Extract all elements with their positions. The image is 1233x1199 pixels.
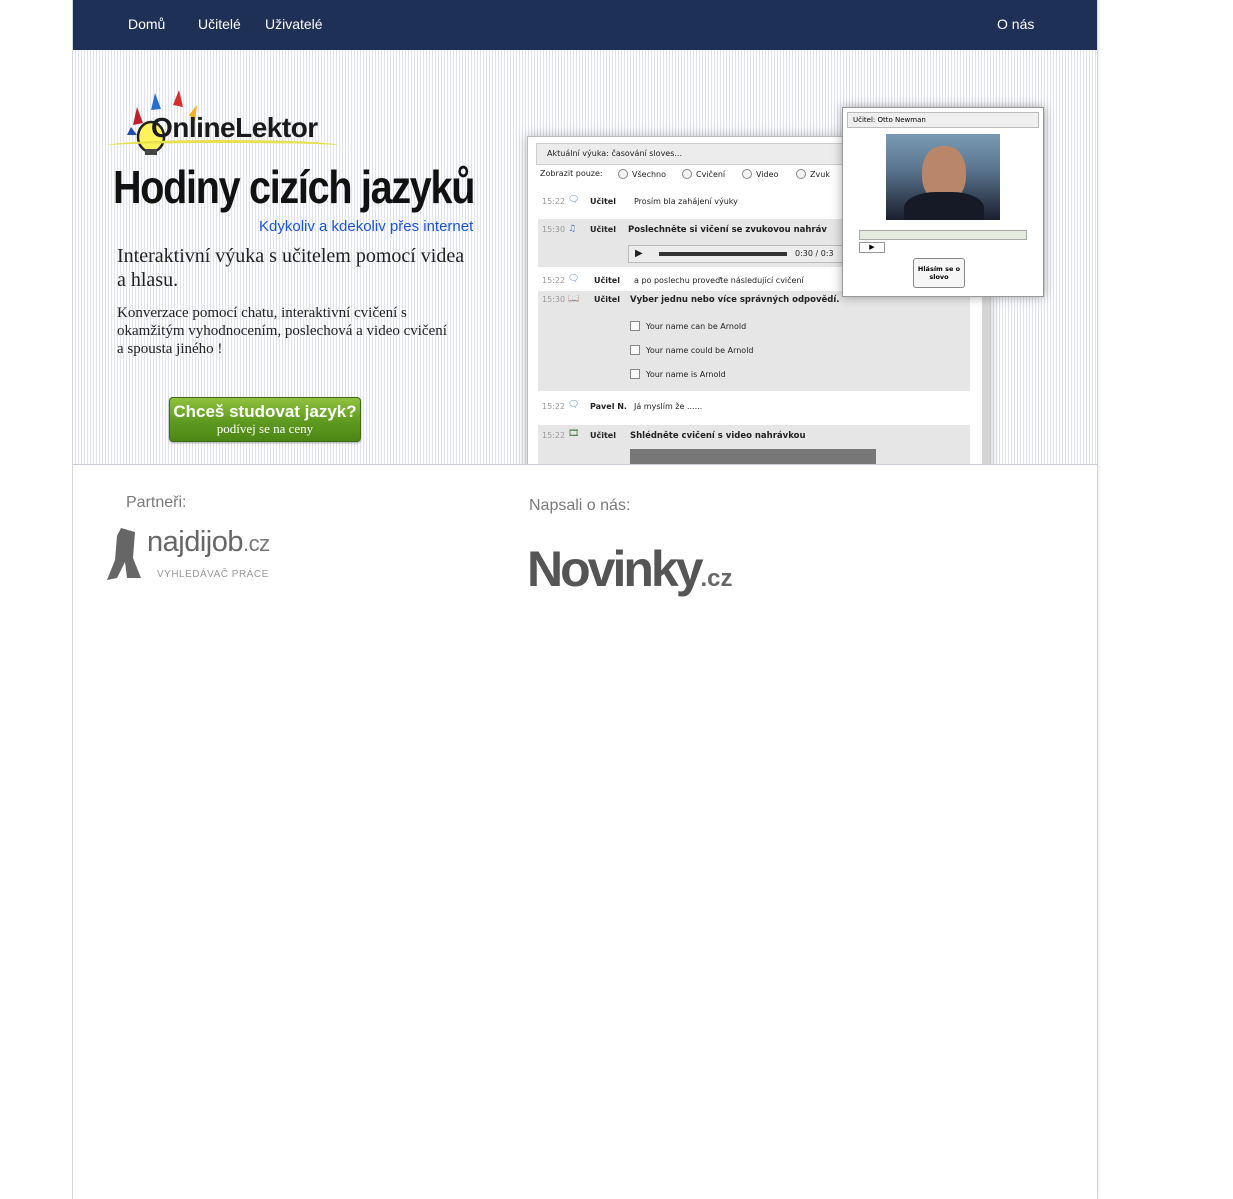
play-icon: ▶: [859, 242, 885, 253]
top-navigation: Domů Učitelé Uživatelé O nás: [73, 0, 1097, 50]
teacher-video-popup: Učitel: Otto Newman ▶ Hlásím se o slovo: [842, 107, 1044, 297]
cta-subtitle: podívej se na ceny: [216, 421, 314, 436]
radio-icon: [742, 169, 752, 179]
nav-about-link[interactable]: O nás: [997, 16, 1034, 32]
answer-option: Your name can be Arnold: [630, 321, 746, 331]
hero-subheadline: Kdykoliv a kdekoliv přes internet: [259, 218, 474, 235]
radio-icon: [796, 169, 806, 179]
checkbox-icon: [630, 321, 640, 331]
chat-bubble-icon: 🗨: [568, 274, 580, 284]
raise-hand-button: Hlásím se o slovo: [913, 258, 965, 288]
radio-icon: [618, 169, 628, 179]
nav-home-link[interactable]: Domů: [128, 16, 165, 32]
video-progress: [859, 230, 1027, 240]
book-icon: 📖: [568, 294, 580, 304]
teacher-video: [886, 134, 1000, 220]
nav-users-link[interactable]: Uživatelé: [265, 16, 323, 32]
pricing-cta-button[interactable]: Chceš studovat jazyk? podívej se na ceny: [169, 397, 361, 442]
nav-teachers-link[interactable]: Učitelé: [198, 16, 241, 32]
partner-tagline: VYHLEDÁVAČ PRÁCE: [157, 569, 269, 580]
audio-player: ▶ 0:30 / 0:3: [628, 245, 850, 263]
answer-option: Your name could be Arnold: [630, 345, 754, 355]
filter-all: Všechno: [618, 169, 666, 179]
film-icon: 🎞: [568, 429, 580, 439]
partner-name: najdijob.cz: [147, 526, 270, 558]
partners-heading: Partneři:: [126, 494, 187, 511]
exercise-row: 15:30 📖 Učitel Vyber jednu nebo více spr…: [538, 291, 970, 391]
audio-icon: ♫: [568, 224, 577, 234]
filter-audio: Zvuk: [796, 169, 830, 179]
press-name: Novinky: [527, 541, 704, 597]
checkbox-icon: [630, 369, 640, 379]
filter-label: Zobrazit pouze:: [540, 169, 603, 178]
video-row: 15:22 🎞 Učitel Shlédněte cvičení s video…: [538, 425, 970, 464]
job-seeker-figure-icon: [107, 528, 141, 580]
chat-bubble-icon: 🗨: [568, 400, 580, 410]
radio-icon: [682, 169, 692, 179]
press-heading: Napsali o nás:: [529, 497, 631, 514]
novinky-logo[interactable]: Novinky.cz: [527, 540, 733, 598]
hero-description: Konverzace pomocí chatu, interaktivní cv…: [117, 305, 447, 357]
play-icon: ▶: [635, 248, 643, 259]
hero-intro: Interaktivní výuka s učitelem pomocí vid…: [117, 245, 465, 291]
press-tld: .cz: [700, 565, 733, 592]
chat-row: 15:22 🗨 Pavel N. Já myslím že ......: [542, 400, 703, 411]
page-container: Domů Učitelé Uživatelé O nás OnlineLekto…: [72, 0, 1098, 1199]
hero-banner: OnlineLektor Hodiny cizích jazyků Kdykol…: [73, 50, 1097, 465]
chat-bubble-icon: 🗨: [568, 195, 580, 205]
filter-video: Video: [742, 169, 778, 179]
checkbox-icon: [630, 345, 640, 355]
hero-headline: Hodiny cizích jazyků: [113, 161, 475, 213]
logo-swoosh: [108, 140, 338, 151]
answer-option: Your name is Arnold: [630, 369, 726, 379]
cta-title: Chceš studovat jazyk?: [173, 402, 357, 421]
popup-title: Učitel: Otto Newman: [847, 112, 1039, 128]
filter-exercise: Cvičení: [682, 169, 725, 179]
